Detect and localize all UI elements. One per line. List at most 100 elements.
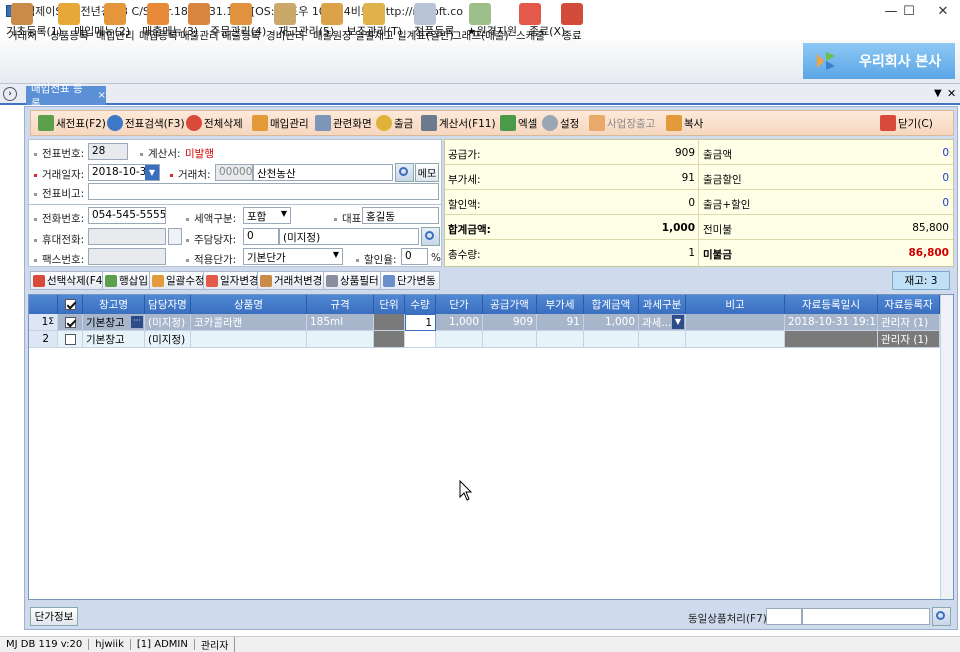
row-checkbox-cell[interactable] [58, 314, 83, 331]
voucher-search-button[interactable]: 전표검색(F3) [107, 113, 185, 133]
new-voucher-button[interactable]: 새전표(F2) [38, 113, 106, 133]
row-checkbox-cell[interactable] [58, 331, 83, 348]
toolbar-daily-report-button[interactable]: 일계표(일반) [397, 1, 454, 43]
expand-panel-icon[interactable]: › [3, 87, 17, 101]
grid-header-unit[interactable]: 단위 [374, 295, 405, 314]
table-cell[interactable]: 코카콜라캔 [191, 314, 307, 331]
withdraw-button[interactable]: 출금 [376, 113, 413, 133]
toolbar-sales-manage-button[interactable]: 매출관리 [180, 1, 219, 43]
delete-selected-button[interactable]: 선택삭제(F4) [30, 271, 111, 290]
panel-close-icon[interactable]: ✕ [947, 87, 956, 100]
table-cell[interactable] [191, 331, 307, 348]
purchase-manage-button[interactable]: 매입관리 [252, 113, 309, 133]
grid-header-reg-user[interactable]: 자료등록자 [878, 295, 940, 314]
table-cell[interactable]: 91 [537, 314, 584, 331]
discount-field[interactable]: 0 [401, 248, 428, 265]
vendor-name-field[interactable]: 산천농산 [253, 164, 393, 181]
invoice-button[interactable]: 계산서(F11) [421, 113, 496, 133]
table-cell[interactable]: 185ml [307, 314, 374, 331]
table-cell[interactable] [307, 331, 374, 348]
grid-header-product[interactable]: 상품명 [191, 295, 307, 314]
maximize-button[interactable]: ☐ [892, 0, 926, 22]
toolbar-product-button[interactable]: 상품등록 [50, 1, 89, 43]
product-filter-button[interactable]: 상품필터 [323, 271, 383, 290]
manager-name-field[interactable]: (미지정) [279, 228, 419, 245]
table-cell[interactable] [483, 331, 537, 348]
price-info-button[interactable]: 단가정보 [30, 607, 78, 626]
grid-scrollbar[interactable] [940, 295, 953, 599]
settings-button[interactable]: 설정 [542, 113, 579, 133]
toolbar-sales-ledger-button[interactable]: 매출원장 [313, 1, 352, 43]
more-icon[interactable]: ··· [131, 316, 143, 328]
table-cell[interactable]: (미지정) [145, 331, 191, 348]
vendor-search-icon[interactable] [395, 163, 414, 182]
mobile-field[interactable] [88, 228, 166, 245]
grid-header-reg-date[interactable]: 자료등록일시 [785, 295, 878, 314]
bulk-edit-button[interactable]: 일괄수정 [149, 271, 209, 290]
grid-header-tax[interactable]: 과세구분 [639, 295, 686, 314]
table-cell[interactable] [537, 331, 584, 348]
same-item-code-field[interactable] [766, 608, 802, 625]
tab-close-icon[interactable]: × [98, 90, 106, 101]
delete-all-button[interactable]: 전체삭제 [186, 113, 243, 133]
grid-header-check[interactable] [58, 295, 83, 314]
toolbar-schedule-button[interactable]: 스케줄 [516, 1, 545, 43]
table-cell[interactable]: 1,000 [584, 314, 639, 331]
table-cell[interactable]: 909 [483, 314, 537, 331]
note-field[interactable] [88, 183, 439, 200]
same-item-name-field[interactable] [802, 608, 930, 625]
grid-header-qty[interactable]: 수량 [405, 295, 436, 314]
row-checkbox[interactable] [64, 316, 76, 328]
vendor-code-field[interactable]: 000001 [215, 164, 253, 181]
phone-icon[interactable] [168, 228, 182, 245]
grid-header-note[interactable]: 비고 [686, 295, 785, 314]
price-change-button[interactable]: 단가변동 [380, 271, 440, 290]
grid-header-total[interactable]: 합계금액 [584, 295, 639, 314]
close-form-button[interactable]: 닫기(C) [880, 113, 933, 133]
phone-field[interactable]: 054-545-5555 [88, 207, 166, 224]
table-cell[interactable] [405, 331, 436, 348]
change-vendor-button[interactable]: 거래처변경 [257, 271, 327, 290]
grid-header-price[interactable]: 단가 [436, 295, 483, 314]
table-cell[interactable] [584, 331, 639, 348]
close-window-button[interactable]: ✕ [926, 0, 960, 22]
tab-list-icon[interactable]: ▼ [934, 88, 942, 99]
table-cell[interactable] [686, 331, 785, 348]
grid-header-supply[interactable]: 공급가액 [483, 295, 537, 314]
insert-row-button[interactable]: 행삽입 [102, 271, 152, 290]
toolbar-purchase-manage-button[interactable]: 매입관리 [96, 1, 135, 43]
toolbar-expense-button[interactable]: 경비관리 [266, 1, 305, 43]
fax-field[interactable] [88, 248, 166, 265]
grid-header-vat[interactable]: 부가세 [537, 295, 584, 314]
tax-select-cell[interactable]: 과세... ▼ [639, 314, 686, 331]
change-date-button[interactable]: 일자변경 [203, 271, 263, 290]
tax-type-select[interactable]: 포함 ▼ [243, 207, 291, 224]
grid-header-spec[interactable]: 규격 [307, 295, 374, 314]
table-cell[interactable]: 기본창고 [83, 331, 145, 348]
table-cell[interactable] [436, 331, 483, 348]
branch-release-button[interactable]: 사업장출고 [589, 113, 655, 133]
manager-code-field[interactable]: 0 [243, 228, 279, 245]
related-screen-button[interactable]: 관련화면 [315, 113, 372, 133]
qty-edit-cell[interactable]: 1 [405, 314, 436, 331]
toolbar-exit-button[interactable]: 종료 [561, 1, 583, 43]
rep-field[interactable]: 홍길동 [362, 207, 439, 224]
toolbar-daily-stock-button[interactable]: 일별재고 [355, 1, 394, 43]
table-cell[interactable] [686, 314, 785, 331]
same-item-search-icon[interactable] [932, 607, 951, 626]
toolbar-purchase-register-button[interactable]: 매입등록 [139, 1, 178, 43]
row-checkbox[interactable] [64, 333, 76, 345]
grid-header-manager[interactable]: 담당자명 [145, 295, 191, 314]
table-cell[interactable] [639, 331, 686, 348]
table-cell[interactable]: (미지정) [145, 314, 191, 331]
table-cell[interactable]: 기본창고 ··· [83, 314, 145, 331]
excel-button[interactable]: 엑셀 [500, 113, 537, 133]
select-all-checkbox[interactable] [64, 299, 76, 310]
toolbar-vendor-button[interactable]: 거래처 [8, 1, 37, 43]
table-cell[interactable]: 1,000 [436, 314, 483, 331]
memo-button[interactable]: 메모 [415, 163, 439, 182]
date-field[interactable]: 2018-10-31 ▼ [88, 164, 160, 181]
toolbar-sales-register-button[interactable]: 매출등록 [222, 1, 261, 43]
price-type-select[interactable]: 기본단가 ▼ [243, 248, 343, 265]
chevron-down-icon[interactable]: ▼ [672, 315, 684, 329]
